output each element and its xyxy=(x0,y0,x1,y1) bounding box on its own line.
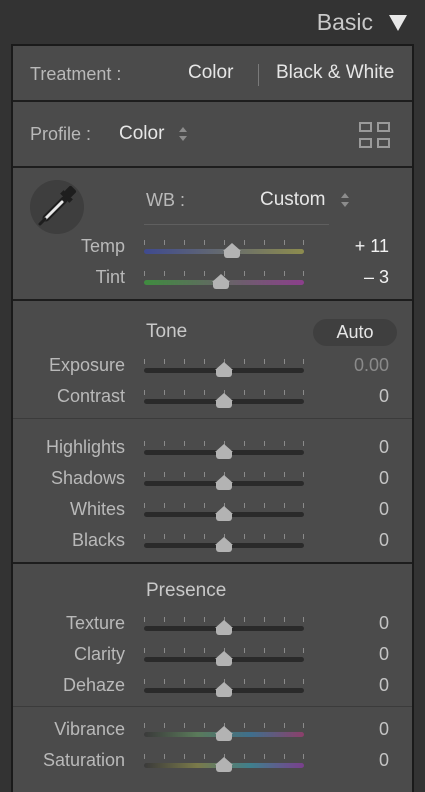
whites-label: Whites xyxy=(69,499,125,519)
contrast-value[interactable]: 0 xyxy=(379,386,389,407)
clarity-row: Clarity 0 xyxy=(13,644,412,670)
eyedropper-icon[interactable] xyxy=(30,180,84,234)
highlights-slider[interactable] xyxy=(144,441,304,459)
shadows-value[interactable]: 0 xyxy=(379,468,389,489)
tint-value[interactable]: – 3 xyxy=(364,267,389,288)
auto-button[interactable]: Auto xyxy=(313,319,397,346)
tone-title: Tone xyxy=(146,321,188,342)
profile-select[interactable]: Color xyxy=(119,123,164,145)
tint-label: Tint xyxy=(95,267,125,287)
exposure-slider[interactable] xyxy=(144,359,304,377)
blacks-row: Blacks 0 xyxy=(13,530,412,556)
dehaze-slider[interactable] xyxy=(144,679,304,697)
temp-row: Temp + 11 xyxy=(13,236,412,262)
highlights-label: Highlights xyxy=(45,437,125,457)
temp-value[interactable]: + 11 xyxy=(355,236,389,257)
triangle-down-icon[interactable] xyxy=(389,15,407,31)
dehaze-row: Dehaze 0 xyxy=(13,675,412,701)
temp-slider[interactable] xyxy=(144,240,304,258)
contrast-row: Contrast 0 xyxy=(13,386,412,412)
blacks-value[interactable]: 0 xyxy=(379,530,389,551)
texture-label: Texture xyxy=(65,613,125,633)
whites-thumb[interactable] xyxy=(215,506,233,521)
profile-updown-icon[interactable] xyxy=(179,127,187,141)
saturation-thumb[interactable] xyxy=(215,757,233,772)
highlights-thumb[interactable] xyxy=(215,444,233,459)
tint-row: Tint – 3 xyxy=(13,267,412,293)
saturation-value[interactable]: 0 xyxy=(379,750,389,771)
exposure-thumb[interactable] xyxy=(215,362,233,377)
panel-title[interactable]: Basic xyxy=(317,9,373,36)
panel-header[interactable]: Basic xyxy=(0,0,425,44)
exposure-label: Exposure xyxy=(48,355,125,375)
texture-value[interactable]: 0 xyxy=(379,613,389,634)
treatment-color-option[interactable]: Color xyxy=(188,62,233,84)
section-divider xyxy=(13,166,412,168)
dehaze-label: Dehaze xyxy=(62,675,125,695)
contrast-thumb[interactable] xyxy=(215,393,233,408)
saturation-slider[interactable] xyxy=(144,754,304,772)
texture-row: Texture 0 xyxy=(13,613,412,639)
treatment-row: Treatment : Color Black & White xyxy=(13,46,412,100)
exposure-row: Exposure 0.00 xyxy=(13,355,412,381)
temp-label: Temp xyxy=(80,236,125,256)
blacks-thumb[interactable] xyxy=(215,537,233,552)
clarity-value[interactable]: 0 xyxy=(379,644,389,665)
whites-slider[interactable] xyxy=(144,503,304,521)
treatment-bw-option[interactable]: Black & White xyxy=(276,62,394,84)
texture-slider[interactable] xyxy=(144,617,304,635)
saturation-row: Saturation 0 xyxy=(13,750,412,776)
blacks-label: Blacks xyxy=(71,530,125,550)
wb-updown-icon[interactable] xyxy=(341,193,349,207)
contrast-slider[interactable] xyxy=(144,390,304,408)
clarity-slider[interactable] xyxy=(144,648,304,666)
group-divider xyxy=(13,706,412,707)
section-divider xyxy=(13,299,412,301)
blacks-slider[interactable] xyxy=(144,534,304,552)
temp-thumb[interactable] xyxy=(223,243,241,258)
shadows-label: Shadows xyxy=(50,468,125,488)
profile-label: Profile : xyxy=(30,124,92,144)
whites-value[interactable]: 0 xyxy=(379,499,389,520)
wb-underline xyxy=(144,224,329,225)
shadows-row: Shadows 0 xyxy=(13,468,412,494)
dehaze-thumb[interactable] xyxy=(215,682,233,697)
saturation-label: Saturation xyxy=(42,750,125,770)
presence-title: Presence xyxy=(146,580,227,601)
group-divider xyxy=(13,418,412,419)
texture-thumb[interactable] xyxy=(215,620,233,635)
vibrance-thumb[interactable] xyxy=(215,726,233,741)
vibrance-slider[interactable] xyxy=(144,723,304,741)
section-divider xyxy=(13,562,412,564)
clarity-label: Clarity xyxy=(73,644,125,664)
vibrance-value[interactable]: 0 xyxy=(379,719,389,740)
tint-slider[interactable] xyxy=(144,271,304,289)
wb-select[interactable]: Custom xyxy=(260,189,325,211)
contrast-label: Contrast xyxy=(56,386,125,406)
vibrance-label: Vibrance xyxy=(54,719,125,739)
shadows-slider[interactable] xyxy=(144,472,304,490)
highlights-value[interactable]: 0 xyxy=(379,437,389,458)
treatment-label: Treatment : xyxy=(30,64,122,84)
profile-row: Profile : Color xyxy=(13,102,412,166)
whites-row: Whites 0 xyxy=(13,499,412,525)
treatment-divider xyxy=(258,64,259,86)
tint-thumb[interactable] xyxy=(211,274,230,289)
clarity-thumb[interactable] xyxy=(215,651,233,666)
highlights-row: Highlights 0 xyxy=(13,437,412,463)
exposure-value[interactable]: 0.00 xyxy=(354,355,389,376)
dehaze-value[interactable]: 0 xyxy=(379,675,389,696)
wb-label: WB : xyxy=(146,190,185,210)
vibrance-row: Vibrance 0 xyxy=(13,719,412,745)
basic-panel: Treatment : Color Black & White Profile … xyxy=(11,44,414,792)
grid-icon[interactable] xyxy=(359,122,391,148)
shadows-thumb[interactable] xyxy=(215,475,233,490)
